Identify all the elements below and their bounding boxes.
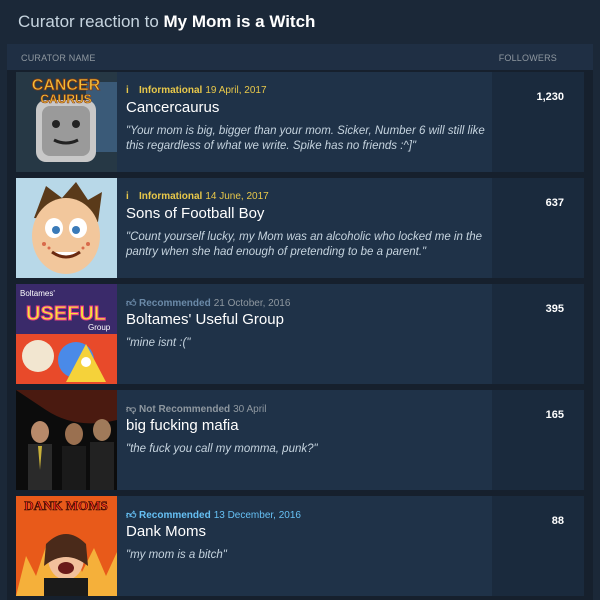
follower-count: 395: [545, 303, 564, 315]
follower-count: 165: [545, 409, 564, 421]
curator-avatar[interactable]: Boltames' USEFUL Group: [16, 284, 117, 384]
info-icon: i: [126, 191, 129, 202]
curator-name-link[interactable]: Sons of Football Boy: [126, 205, 264, 222]
followers-cell: 165: [492, 390, 584, 490]
followers-cell: 395: [492, 284, 584, 384]
review-type: Not Recommended: [139, 404, 231, 415]
svg-text:USEFUL: USEFUL: [26, 303, 106, 325]
svg-text:CAURUS: CAURUS: [40, 92, 91, 106]
review-meta: 👎︎ Not Recommended 30 April: [126, 403, 266, 415]
followers-cell: 637: [492, 178, 584, 278]
curator-avatar[interactable]: [16, 390, 117, 490]
followers-cell: 1,230: [492, 72, 584, 172]
followers-cell: 88: [492, 496, 584, 596]
follower-count: 637: [545, 197, 564, 209]
review-date: 30 April: [233, 404, 267, 415]
review-date: 14 June, 2017: [205, 191, 269, 202]
curator-name-link[interactable]: Cancercaurus: [126, 99, 219, 116]
column-header-bar: CURATOR NAME FOLLOWERS: [7, 44, 593, 70]
page-title: Curator reaction to My Mom is a Witch: [18, 12, 315, 32]
thumbs-up-icon: 👍︎: [126, 298, 137, 309]
curator-row[interactable]: Boltames' USEFUL Group 👍︎ Recommended 21 O…: [16, 284, 584, 384]
review-type: Informational: [139, 85, 203, 96]
review-date: 13 December, 2016: [213, 510, 301, 521]
curator-avatar[interactable]: DANK MOMS: [16, 496, 117, 596]
curator-avatar[interactable]: [16, 178, 117, 278]
review-type: Informational: [139, 191, 203, 202]
review-meta: i Informational 14 June, 2017: [126, 191, 269, 202]
curator-name-link[interactable]: Dank Moms: [126, 523, 206, 540]
review-quote[interactable]: "the fuck you call my momma, punk?": [126, 442, 486, 457]
curator-name-column-header[interactable]: CURATOR NAME: [21, 53, 96, 63]
review-meta: i Informational 19 April, 2017: [126, 85, 267, 96]
follower-count: 88: [551, 515, 564, 527]
review-type: Recommended: [139, 510, 211, 521]
follower-count: 1,230: [536, 91, 564, 103]
review-date: 21 October, 2016: [213, 298, 291, 309]
svg-text:Group: Group: [88, 323, 111, 332]
page-header: Curator reaction to My Mom is a Witch: [0, 0, 600, 46]
curator-row[interactable]: DANK MOMS 👍︎ Recommended 13 December, 2016…: [16, 496, 584, 596]
title-prefix: Curator reaction to: [18, 12, 164, 31]
curator-name-link[interactable]: Boltames' Useful Group: [126, 311, 284, 328]
review-date: 19 April, 2017: [205, 85, 267, 96]
review-quote[interactable]: "Your mom is big, bigger than your mom. …: [126, 124, 486, 154]
svg-text:DANK MOMS: DANK MOMS: [24, 498, 107, 513]
thumbs-up-icon: 👍︎: [126, 510, 137, 521]
curator-name-link[interactable]: big fucking mafia: [126, 417, 239, 434]
curator-row[interactable]: i Informational 14 June, 2017 Sons of Foot…: [16, 178, 584, 278]
review-quote[interactable]: "my mom is a bitch": [126, 548, 486, 563]
thumbs-down-icon: 👎︎: [126, 404, 137, 415]
game-title-link[interactable]: My Mom is a Witch: [164, 12, 316, 31]
review-type: Recommended: [139, 298, 211, 309]
info-icon: i: [126, 85, 129, 96]
curator-avatar[interactable]: CANCER CAURUS: [16, 72, 117, 172]
review-meta: 👍︎ Recommended 21 October, 2016: [126, 297, 290, 309]
review-meta: 👍︎ Recommended 13 December, 2016: [126, 509, 301, 521]
curator-row[interactable]: 👎︎ Not Recommended 30 April big fucking ma…: [16, 390, 584, 490]
svg-text:Boltames': Boltames': [20, 289, 55, 298]
review-quote[interactable]: "mine isnt :(": [126, 336, 486, 351]
followers-column-header[interactable]: FOLLOWERS: [499, 53, 557, 63]
curator-list-panel: CURATOR NAME FOLLOWERS CANCER CAURUS i In…: [7, 44, 593, 600]
review-quote[interactable]: "Count yourself lucky, my Mom was an alc…: [126, 230, 486, 260]
curator-row[interactable]: CANCER CAURUS i Informational 19 April, 20…: [16, 72, 584, 172]
